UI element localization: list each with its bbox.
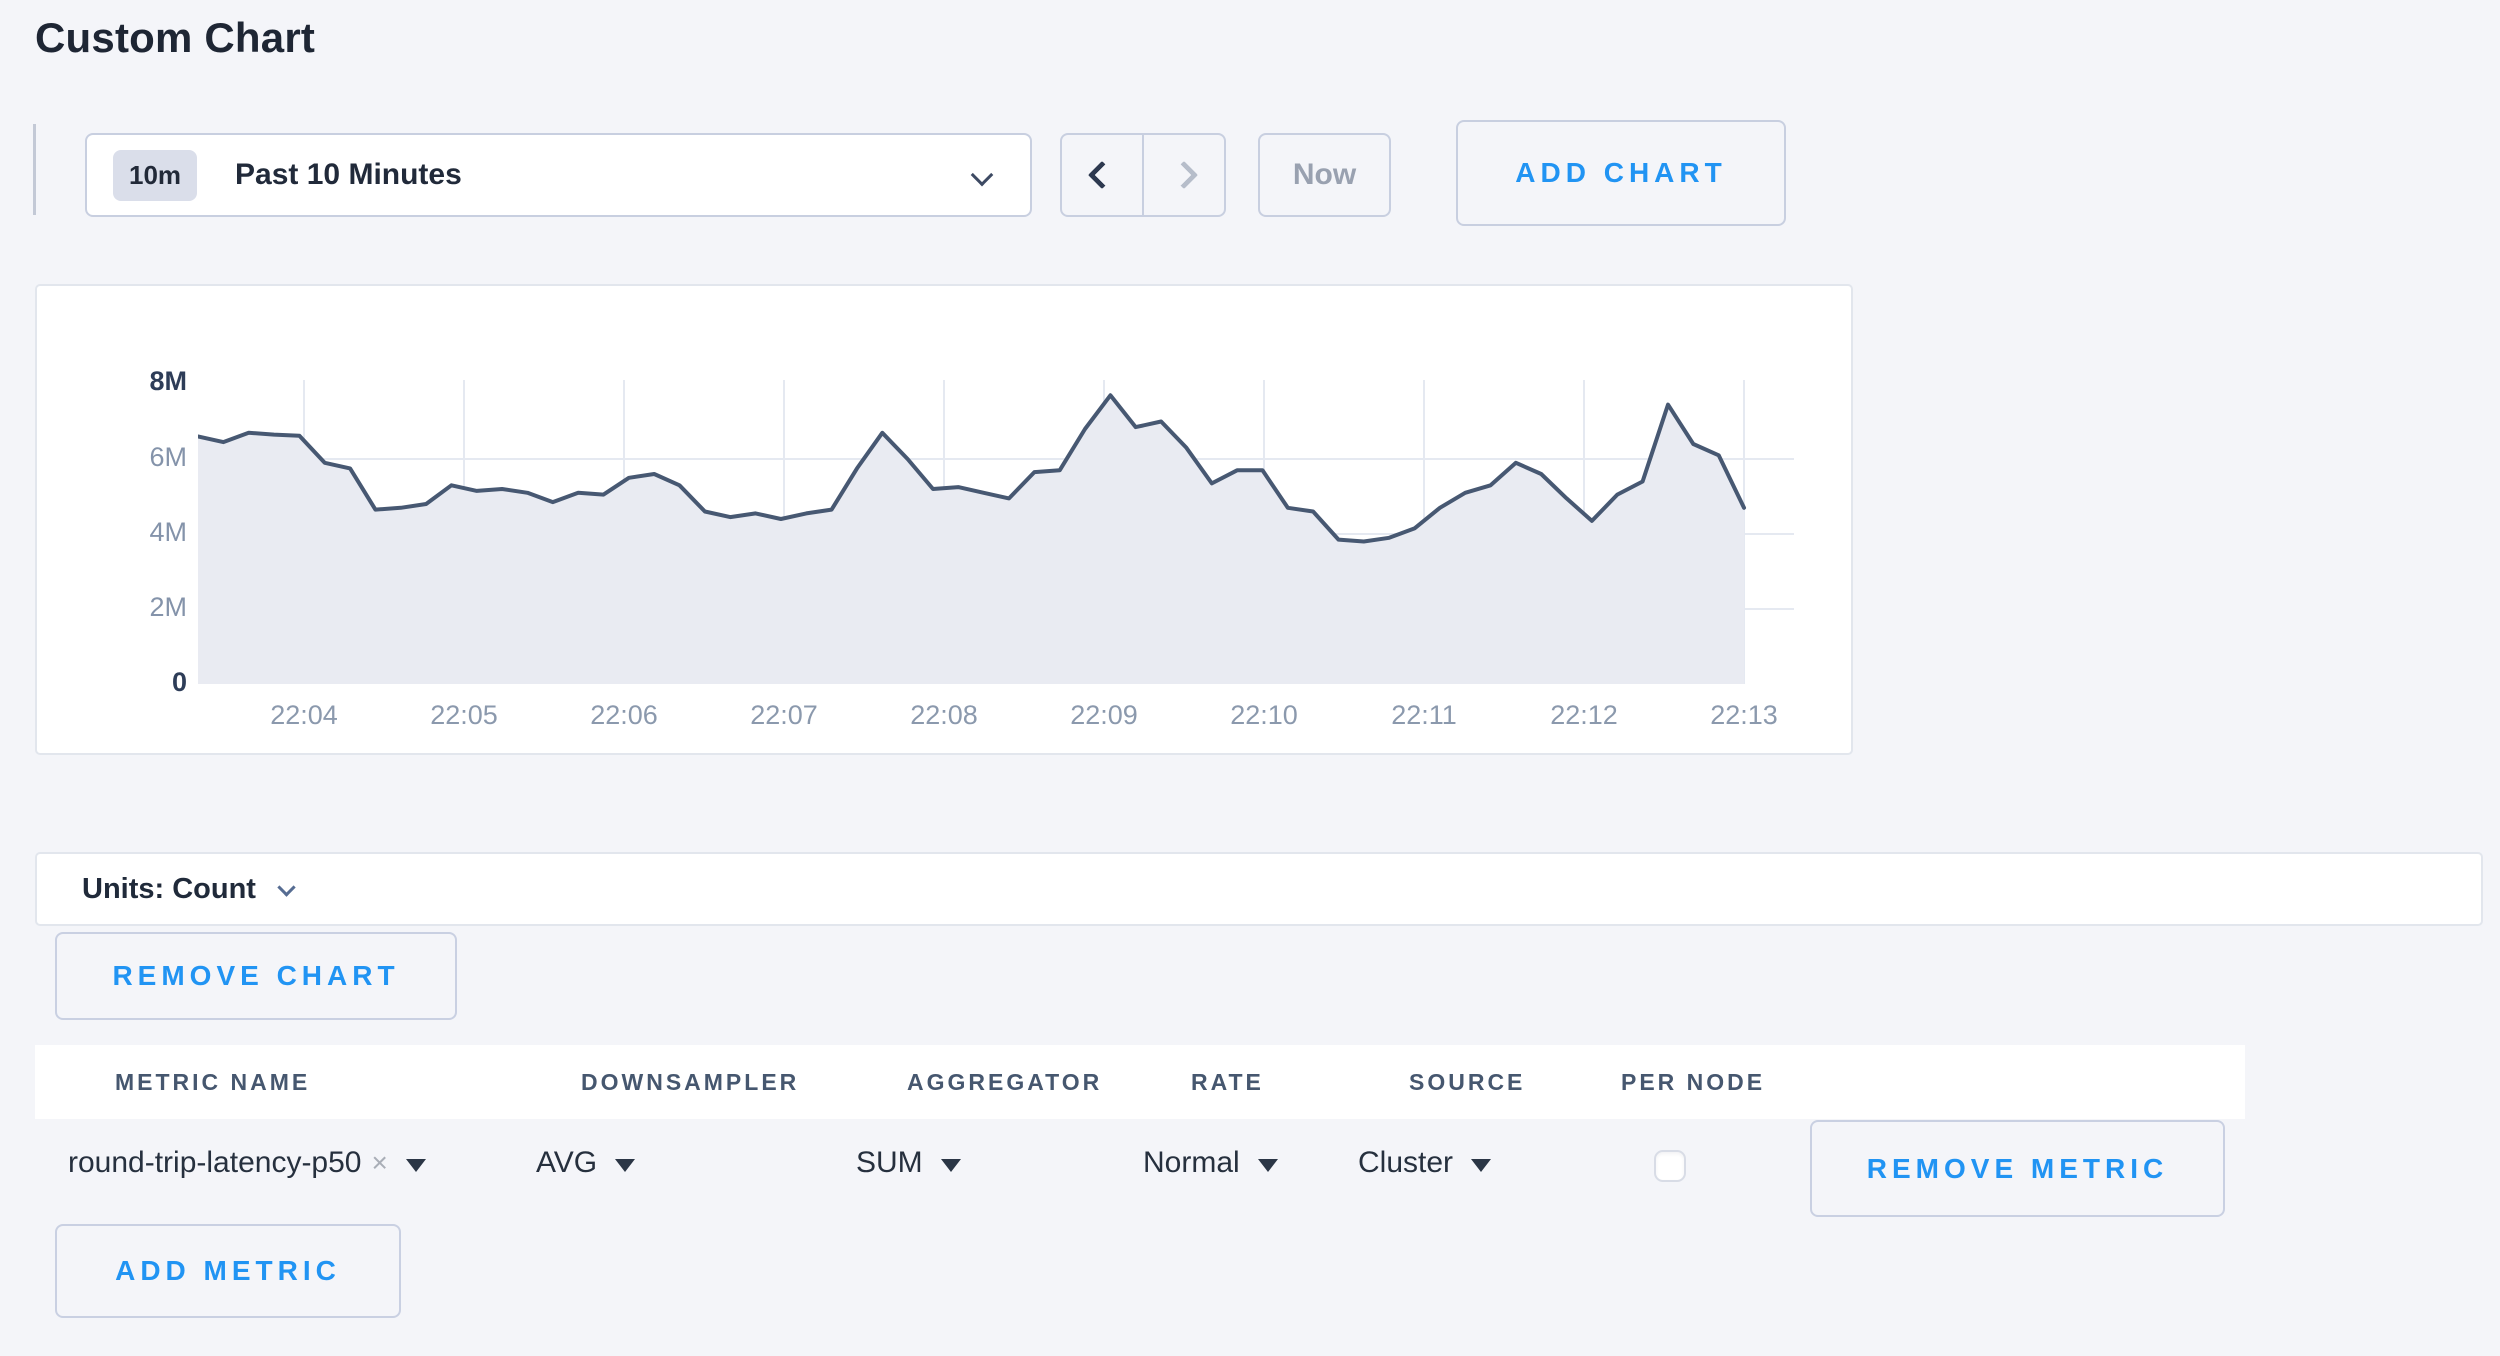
chevron-down-icon: [971, 164, 994, 187]
chevron-down-icon: [277, 878, 295, 896]
per-node-checkbox[interactable]: [1654, 1150, 1686, 1182]
now-button[interactable]: Now: [1258, 133, 1391, 217]
column-header-rate: RATE: [1191, 1069, 1264, 1096]
rate-select[interactable]: Normal: [1143, 1146, 1278, 1180]
add-chart-button[interactable]: ADD CHART: [1456, 120, 1786, 226]
x-tick-label: 22:04: [244, 700, 364, 731]
source-value: Cluster: [1358, 1146, 1453, 1180]
time-window-dropdown[interactable]: 10m Past 10 Minutes: [85, 133, 1032, 217]
x-tick-label: 22:10: [1204, 700, 1324, 731]
x-tick-label: 22:09: [1044, 700, 1164, 731]
x-tick-label: 22:13: [1684, 700, 1804, 731]
time-step-controls: [1060, 133, 1226, 217]
column-header-downsampler: DOWNSAMPLER: [581, 1069, 799, 1096]
remove-metric-button[interactable]: REMOVE METRIC: [1810, 1120, 2225, 1217]
toolbar-divider: [33, 124, 36, 215]
time-window-label: Past 10 Minutes: [235, 158, 462, 192]
chevron-left-icon: [1088, 161, 1116, 189]
timeseries-area-chart[interactable]: [198, 380, 1794, 688]
time-window-badge: 10m: [113, 150, 197, 201]
column-header-source: SOURCE: [1409, 1069, 1525, 1096]
downsampler-value: AVG: [536, 1146, 597, 1180]
metric-name-value: round-trip-latency-p50: [68, 1146, 361, 1180]
caret-down-icon: [615, 1159, 635, 1172]
caret-down-icon: [406, 1159, 426, 1172]
remove-chart-button[interactable]: REMOVE CHART: [55, 932, 457, 1020]
step-forward-button[interactable]: [1142, 135, 1224, 215]
y-tick-label: 8M: [37, 366, 187, 397]
aggregator-select[interactable]: SUM: [856, 1146, 961, 1180]
x-tick-label: 22:11: [1364, 700, 1484, 731]
y-tick-label: 0: [37, 667, 187, 698]
metric-name-select[interactable]: round-trip-latency-p50 ×: [68, 1146, 426, 1180]
caret-down-icon: [941, 1159, 961, 1172]
column-header-aggregator: AGGREGATOR: [907, 1069, 1102, 1096]
x-tick-label: 22:05: [404, 700, 524, 731]
chart-card: 0 2M 4M 6M 8M 22:04 22:05 22:06 22:07 22:08 22:09…: [35, 284, 1853, 755]
x-tick-label: 22:12: [1524, 700, 1644, 731]
y-tick-label: 2M: [37, 592, 187, 623]
x-tick-label: 22:08: [884, 700, 1004, 731]
aggregator-value: SUM: [856, 1146, 923, 1180]
caret-down-icon: [1471, 1159, 1491, 1172]
chevron-right-icon: [1170, 161, 1198, 189]
caret-down-icon: [1258, 1159, 1278, 1172]
x-tick-label: 22:06: [564, 700, 684, 731]
source-select[interactable]: Cluster: [1358, 1146, 1491, 1180]
units-dropdown[interactable]: Units: Count: [35, 852, 2483, 926]
y-tick-label: 4M: [37, 517, 187, 548]
units-label: Units: Count: [82, 873, 256, 906]
clear-metric-icon[interactable]: ×: [371, 1147, 387, 1179]
page-title: Custom Chart: [35, 14, 315, 62]
rate-value: Normal: [1143, 1146, 1240, 1180]
y-tick-label: 6M: [37, 442, 187, 473]
custom-chart-page: Custom Chart 10m Past 10 Minutes Now ADD…: [0, 0, 2500, 1356]
downsampler-select[interactable]: AVG: [536, 1146, 635, 1180]
column-header-metric-name: METRIC NAME: [115, 1069, 310, 1096]
metrics-table-header: METRIC NAME DOWNSAMPLER AGGREGATOR RATE …: [35, 1045, 2245, 1119]
x-tick-label: 22:07: [724, 700, 844, 731]
column-header-per-node: PER NODE: [1621, 1069, 1765, 1096]
step-back-button[interactable]: [1062, 135, 1142, 215]
add-metric-button[interactable]: ADD METRIC: [55, 1224, 401, 1318]
